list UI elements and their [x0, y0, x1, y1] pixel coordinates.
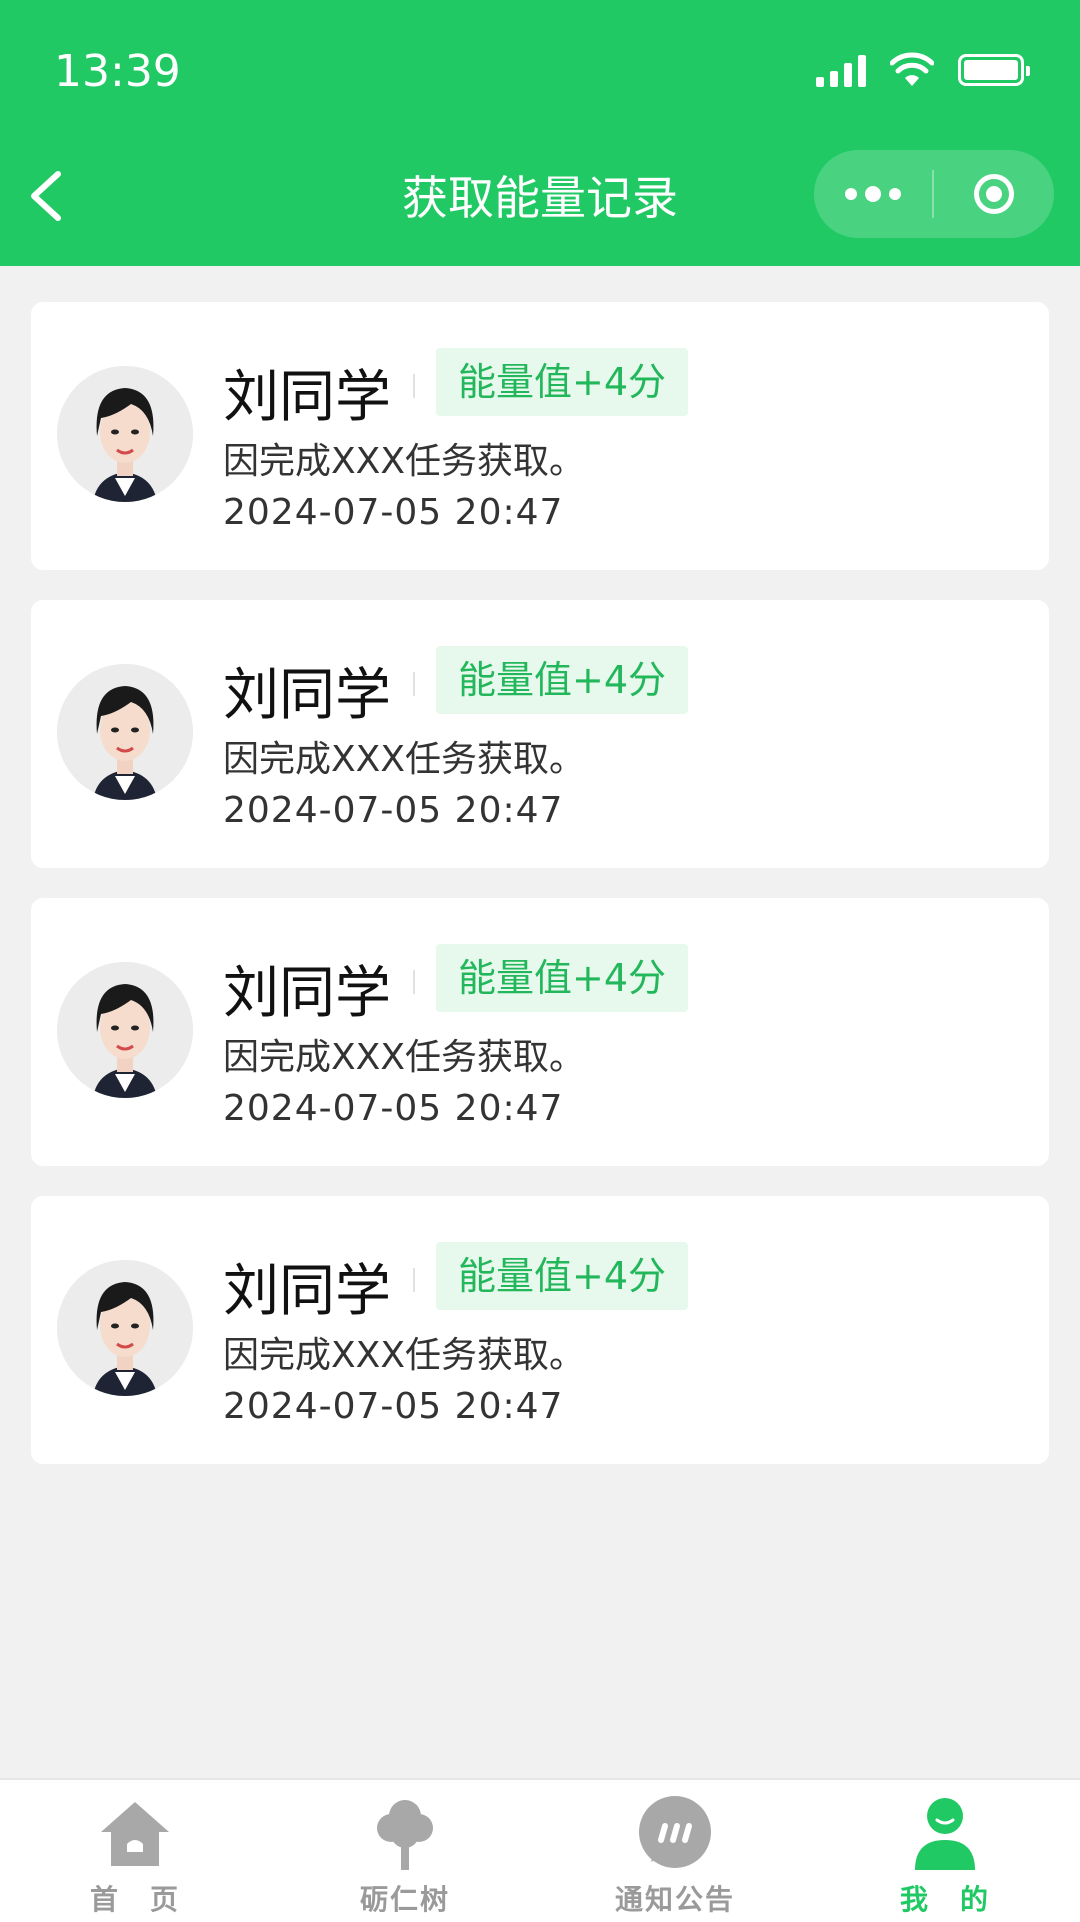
separator [413, 374, 415, 398]
avatar [57, 962, 193, 1098]
record-card[interactable]: 刘同学 能量值+4分 因完成XXX任务获取。 2024-07-05 20:47 [31, 898, 1049, 1166]
avatar [57, 1260, 193, 1396]
more-dot-icon [889, 188, 901, 200]
record-card[interactable]: 刘同学 能量值+4分 因完成XXX任务获取。 2024-07-05 20:47 [31, 1196, 1049, 1464]
energy-badge: 能量值+4分 [436, 348, 689, 416]
record-datetime: 2024-07-05 20:47 [223, 1386, 564, 1427]
record-card[interactable]: 刘同学 能量值+4分 因完成XXX任务获取。 2024-07-05 20:47 [31, 600, 1049, 868]
tab-label: 首 页 [89, 1883, 180, 1916]
close-button[interactable] [934, 150, 1054, 238]
student-name: 刘同学 [223, 1259, 391, 1324]
separator [413, 672, 415, 696]
tree-icon [377, 1800, 433, 1870]
user-icon [915, 1798, 975, 1870]
energy-badge: 能量值+4分 [436, 944, 689, 1012]
record-datetime: 2024-07-05 20:47 [223, 492, 564, 533]
energy-badge: 能量值+4分 [436, 646, 689, 714]
record-description: 因完成XXX任务获取。 [223, 739, 585, 780]
bottom-tab-bar: 首 页 砺仁树 通知公告 我 的 [0, 1778, 1080, 1922]
chat-bubble-icon [639, 1796, 711, 1868]
header-bar: 13:39 获取能量记录 [0, 0, 1080, 266]
more-dot-icon [865, 186, 881, 202]
tab-tree[interactable]: 砺仁树 [270, 1780, 540, 1922]
separator [413, 1268, 415, 1292]
avatar [57, 664, 193, 800]
tab-label: 通知公告 [614, 1883, 735, 1916]
record-description: 因完成XXX任务获取。 [223, 441, 585, 482]
tab-home[interactable]: 首 页 [0, 1780, 270, 1922]
status-time: 13:39 [54, 46, 181, 97]
mini-program-capsule [814, 150, 1054, 238]
record-datetime: 2024-07-05 20:47 [223, 1088, 564, 1129]
more-dot-icon [845, 188, 857, 200]
target-icon [974, 174, 1014, 214]
tab-notices[interactable]: 通知公告 [540, 1780, 810, 1922]
signal-icon [816, 53, 866, 87]
record-description: 因完成XXX任务获取。 [223, 1335, 585, 1376]
tab-label: 我 的 [899, 1883, 990, 1916]
record-description: 因完成XXX任务获取。 [223, 1037, 585, 1078]
status-icons [816, 50, 1030, 90]
separator [413, 970, 415, 994]
record-datetime: 2024-07-05 20:47 [223, 790, 564, 831]
student-name: 刘同学 [223, 961, 391, 1026]
tab-label: 砺仁树 [359, 1883, 450, 1916]
more-button[interactable] [814, 150, 932, 238]
avatar [57, 366, 193, 502]
student-name: 刘同学 [223, 365, 391, 430]
tab-mine[interactable]: 我 的 [810, 1780, 1080, 1922]
battery-icon [958, 54, 1030, 86]
student-name: 刘同学 [223, 663, 391, 728]
energy-record-list: 刘同学 能量值+4分 因完成XXX任务获取。 2024-07-05 20:47 … [31, 302, 1049, 1494]
home-icon [101, 1802, 169, 1866]
energy-badge: 能量值+4分 [436, 1242, 689, 1310]
record-card[interactable]: 刘同学 能量值+4分 因完成XXX任务获取。 2024-07-05 20:47 [31, 302, 1049, 570]
wifi-icon [890, 52, 934, 86]
